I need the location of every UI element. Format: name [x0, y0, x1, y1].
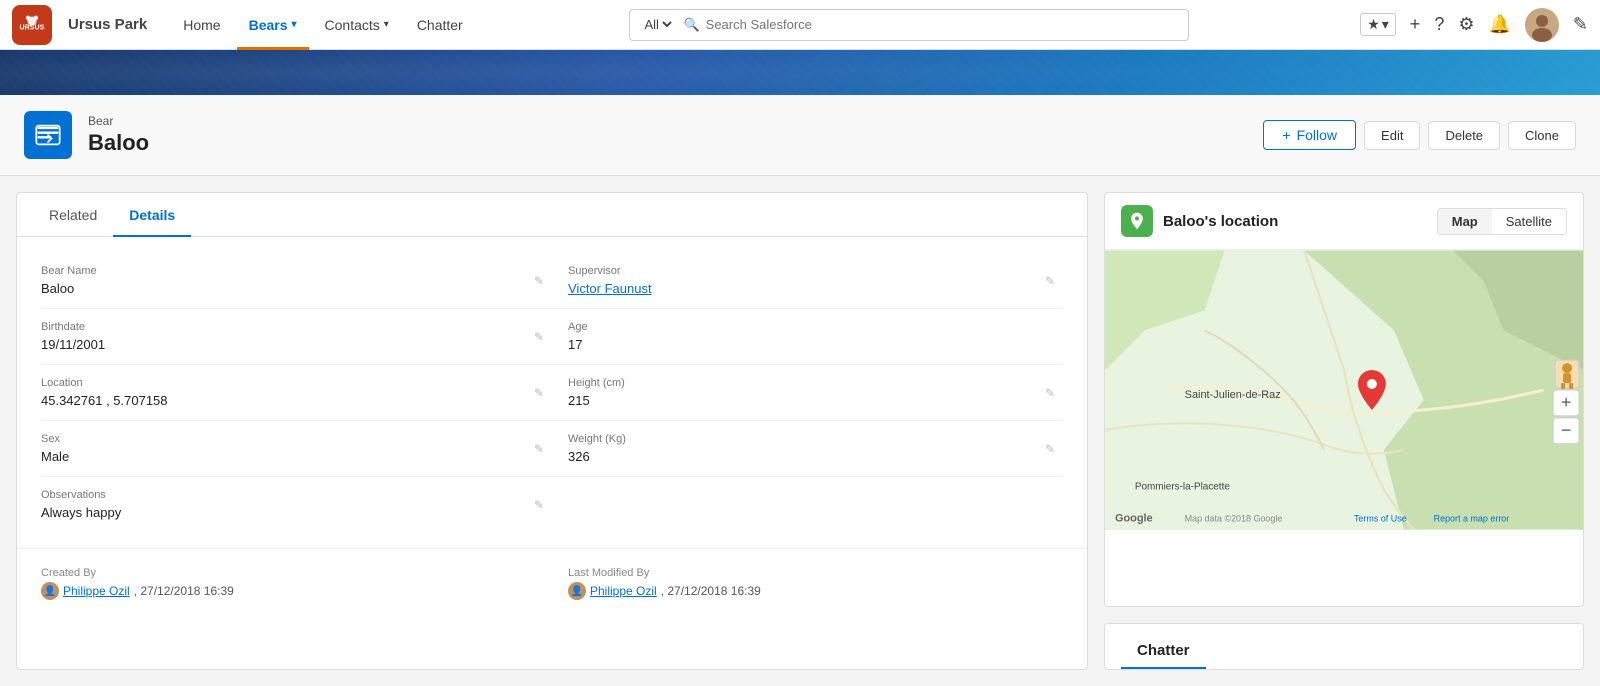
- observations-edit-icon[interactable]: ✎: [534, 498, 544, 512]
- chatter-title: Chatter: [1137, 642, 1190, 659]
- app-name: Ursus Park: [68, 16, 147, 33]
- created-by-link[interactable]: Philippe Ozil: [63, 584, 130, 598]
- observations-field: Observations Always happy ✎: [41, 477, 552, 532]
- footer-fields: Created By 👤 Philippe Ozil , 27/12/2018 …: [17, 548, 1087, 618]
- chatter-card: Chatter: [1104, 623, 1584, 670]
- main-nav: Home Bears ▾ Contacts ▾ Chatter: [171, 0, 475, 50]
- record-header: Bear Baloo + Follow Edit Delete Clone: [0, 95, 1600, 176]
- record-actions: + Follow Edit Delete Clone: [1263, 120, 1576, 150]
- weight-edit-icon[interactable]: ✎: [1045, 442, 1055, 456]
- search-input[interactable]: [706, 17, 1179, 32]
- map-tab-map[interactable]: Map: [1438, 209, 1492, 234]
- nav-home[interactable]: Home: [171, 0, 232, 50]
- contacts-chevron-icon: ▾: [384, 19, 389, 30]
- svg-text:Map data ©2018 Google: Map data ©2018 Google: [1185, 513, 1283, 523]
- favorites-button[interactable]: ★ ▾: [1360, 13, 1396, 36]
- birthdate-field: Birthdate 19/11/2001 ✎: [41, 309, 552, 365]
- map-tabs: Map Satellite: [1437, 208, 1567, 235]
- app-logo: URSUS: [12, 5, 52, 45]
- svg-text:−: −: [1561, 420, 1571, 440]
- weight-field: Weight (Kg) 326 ✎: [552, 421, 1063, 477]
- help-icon[interactable]: ?: [1434, 14, 1444, 35]
- height-edit-icon[interactable]: ✎: [1045, 386, 1055, 400]
- svg-text:Pommiers-la-Placette: Pommiers-la-Placette: [1135, 482, 1230, 493]
- left-panel: Related Details Bear Name Baloo ✎ Superv…: [16, 192, 1088, 670]
- chatter-header: Chatter: [1121, 628, 1206, 669]
- age-field: Age 17: [552, 309, 1063, 365]
- follow-button[interactable]: + Follow: [1263, 120, 1356, 150]
- map-header: Baloo's location Map Satellite: [1105, 193, 1583, 250]
- map-svg: Saint-Julien-de-Raz Pommiers-la-Placette…: [1105, 250, 1583, 530]
- last-modified-date: , 27/12/2018 16:39: [661, 584, 761, 598]
- sub-nav-band: [0, 50, 1600, 95]
- record-name: Baloo: [88, 130, 149, 156]
- top-bar-actions: ★ ▾ + ? ⚙ 🔔 ✎: [1360, 8, 1588, 42]
- record-object-label: Bear: [88, 114, 149, 128]
- nav-contacts[interactable]: Contacts ▾: [313, 0, 401, 50]
- main-content: Related Details Bear Name Baloo ✎ Superv…: [0, 176, 1600, 686]
- add-button[interactable]: +: [1410, 14, 1421, 35]
- star-icon: ★: [1367, 16, 1380, 33]
- chevron-down-icon: ▾: [1382, 16, 1389, 33]
- delete-button[interactable]: Delete: [1428, 121, 1500, 150]
- map-card: Baloo's location Map Satellite: [1104, 192, 1584, 607]
- map-title: Baloo's location: [1163, 213, 1278, 230]
- svg-text:Google: Google: [1115, 512, 1153, 524]
- tab-related[interactable]: Related: [33, 193, 113, 237]
- record-title-group: Bear Baloo: [88, 114, 149, 156]
- plus-icon: +: [1282, 127, 1290, 143]
- bear-name-field: Bear Name Baloo ✎: [41, 253, 552, 309]
- record-type-icon: [24, 111, 72, 159]
- map-location-icon: [1121, 205, 1153, 237]
- height-field: Height (cm) 215 ✎: [552, 365, 1063, 421]
- supervisor-edit-icon[interactable]: ✎: [1045, 274, 1055, 288]
- svg-text:Terms of Use: Terms of Use: [1354, 513, 1407, 523]
- avatar[interactable]: [1525, 8, 1559, 42]
- bears-chevron-icon: ▾: [292, 19, 297, 30]
- clone-button[interactable]: Clone: [1508, 121, 1576, 150]
- sex-field: Sex Male ✎: [41, 421, 552, 477]
- nav-chatter[interactable]: Chatter: [405, 0, 475, 50]
- fields-grid: Bear Name Baloo ✎ Supervisor Victor Faun…: [17, 237, 1087, 548]
- last-modified-user-icon: 👤: [568, 582, 586, 600]
- last-modified-link[interactable]: Philippe Ozil: [590, 584, 657, 598]
- search-bar: All 🔍: [629, 9, 1189, 41]
- right-panel: Baloo's location Map Satellite: [1104, 192, 1584, 670]
- nav-bears[interactable]: Bears ▾: [237, 0, 309, 50]
- search-scope-select[interactable]: All: [640, 16, 675, 33]
- edit-button[interactable]: Edit: [1364, 121, 1420, 150]
- map-container[interactable]: Saint-Julien-de-Raz Pommiers-la-Placette…: [1105, 250, 1583, 530]
- settings-icon[interactable]: ⚙: [1458, 14, 1474, 35]
- created-by-date: , 27/12/2018 16:39: [134, 584, 234, 598]
- top-nav-bar: URSUS Ursus Park Home Bears ▾ Contacts ▾…: [0, 0, 1600, 50]
- svg-text:+: +: [1561, 392, 1571, 412]
- pegman-icon[interactable]: [1555, 360, 1579, 389]
- bear-name-edit-icon[interactable]: ✎: [534, 274, 544, 288]
- search-icon: 🔍: [683, 17, 699, 33]
- last-modified-field: Last Modified By 👤 Philippe Ozil , 27/12…: [552, 561, 1063, 606]
- svg-text:Saint-Julien-de-Raz: Saint-Julien-de-Raz: [1185, 389, 1281, 401]
- sex-edit-icon[interactable]: ✎: [534, 442, 544, 456]
- created-by-field: Created By 👤 Philippe Ozil , 27/12/2018 …: [41, 561, 552, 606]
- tab-details[interactable]: Details: [113, 193, 191, 237]
- created-by-user-icon: 👤: [41, 582, 59, 600]
- supervisor-field: Supervisor Victor Faunust ✎: [552, 253, 1063, 309]
- birthdate-edit-icon[interactable]: ✎: [534, 330, 544, 344]
- location-edit-icon[interactable]: ✎: [534, 386, 544, 400]
- svg-text:Report a map error: Report a map error: [1434, 513, 1510, 523]
- map-tab-satellite[interactable]: Satellite: [1492, 209, 1566, 234]
- record-tabs: Related Details: [17, 193, 1087, 237]
- record-header-left: Bear Baloo: [24, 111, 149, 159]
- notifications-icon[interactable]: 🔔: [1488, 14, 1510, 35]
- edit-nav-icon[interactable]: ✎: [1573, 14, 1588, 35]
- empty-field: [552, 477, 1063, 532]
- location-field: Location 45.342761 , 5.707158 ✎: [41, 365, 552, 421]
- chatter-tab-wrapper: Chatter: [1105, 624, 1583, 669]
